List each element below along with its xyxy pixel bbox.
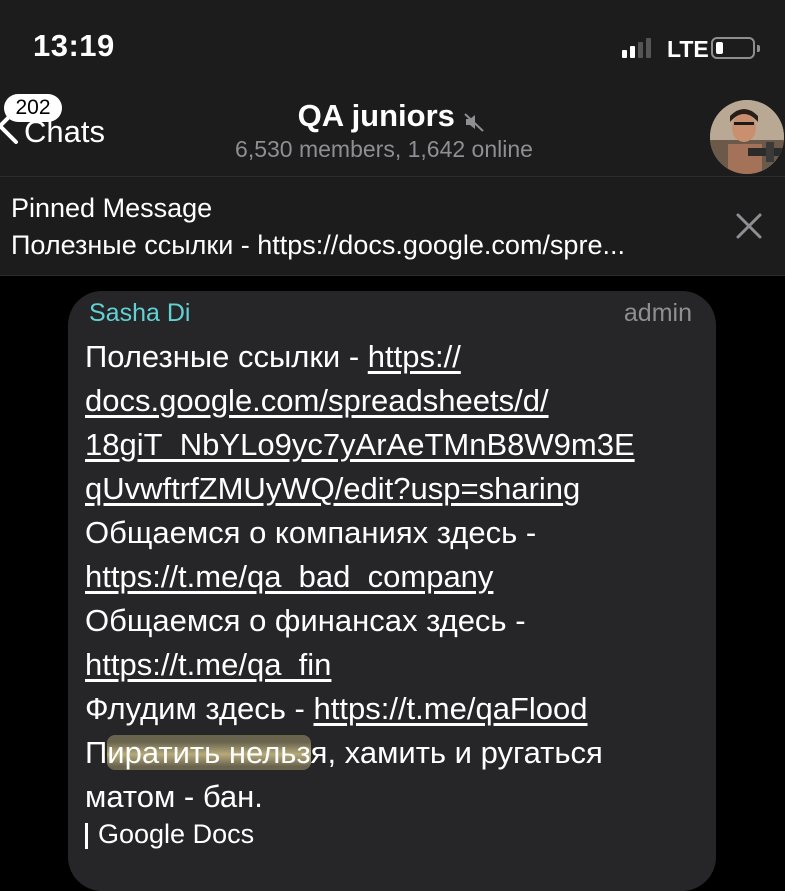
message-line: Общаемся о компаниях здесь - <box>85 515 537 550</box>
pinned-title: Pinned Message <box>11 193 213 223</box>
network-type: LTE <box>667 36 709 62</box>
chat-subtitle: 6,530 members, 1,642 online <box>235 136 533 162</box>
avatar[interactable] <box>710 100 784 174</box>
spreadsheet-link[interactable]: 18giT_NbYLo9yc7yArAeTMnB8W9m3E <box>85 427 635 462</box>
message-line: Полезные ссылки - <box>85 339 368 374</box>
sender-name[interactable]: Sasha Di <box>89 299 190 328</box>
message-line: Общаемся о финансах здесь - <box>85 603 526 638</box>
finance-chat-link[interactable]: https://t.me/qa_fin <box>85 647 331 682</box>
chat-header: Chats 202 QA juniors 6,530 members, 1,64… <box>0 90 785 177</box>
muted-speaker-icon <box>464 113 485 132</box>
highlighted-text: иратить нельз <box>107 735 311 770</box>
flood-chat-link[interactable]: https://t.me/qaFlood <box>314 691 588 726</box>
signal-strength-icon <box>622 38 651 58</box>
status-bar: 13:19 LTE <box>0 0 785 90</box>
message-line: матом - бан. <box>85 779 263 814</box>
link-preview[interactable]: Google Docs <box>85 819 254 850</box>
pinned-preview: Полезные ссылки - https://docs.google.co… <box>11 230 625 260</box>
message-line: я, хамить и ругаться <box>310 735 603 770</box>
message-bubble[interactable]: Sasha Di admin Полезные ссылки - https:/… <box>68 291 716 891</box>
battery-low-icon <box>711 37 760 59</box>
chat-title-area[interactable]: QA juniors <box>0 98 785 134</box>
preview-accent-bar <box>85 822 88 849</box>
admin-label: admin <box>623 299 692 327</box>
link-preview-title: Google Docs <box>98 819 255 849</box>
message-line: П <box>85 735 108 770</box>
spreadsheet-link[interactable]: qUvwftrfZMUyWQ/edit?usp=sharing <box>85 471 580 506</box>
company-chat-link[interactable]: https://t.me/qa_bad_company <box>85 559 493 594</box>
spreadsheet-link[interactable]: https:// <box>368 339 461 374</box>
message-line: Флудим здесь - <box>85 691 314 726</box>
spreadsheet-link[interactable]: docs.google.com/spreadsheets/d/ <box>85 383 549 418</box>
status-time: 13:19 <box>33 28 115 63</box>
chat-title: QA juniors <box>297 98 455 133</box>
close-icon[interactable] <box>733 210 765 242</box>
pinned-message-bar[interactable]: Pinned Message Полезные ссылки - https:/… <box>0 177 785 276</box>
message-text: Полезные ссылки - https:// docs.google.c… <box>85 335 705 819</box>
